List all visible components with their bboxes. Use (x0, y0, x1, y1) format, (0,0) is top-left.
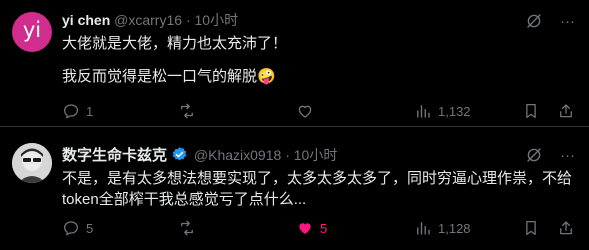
reply-button[interactable]: 1 (62, 101, 93, 121)
bookmark-icon (526, 220, 536, 236)
post-actions: 1 1,132 (62, 101, 577, 121)
post-text-line: 我反而觉得是松一口气的解脱🤪 (62, 68, 276, 85)
reply-icon (63, 104, 79, 119)
avatar[interactable] (12, 143, 52, 183)
repost-icon (181, 103, 193, 119)
like-button[interactable]: 5 (296, 218, 327, 238)
heart-filled-icon (299, 223, 311, 234)
post-header: 数字生命卡兹克 @Khazix0918 · 10小时 (62, 145, 337, 165)
like-count: 5 (320, 220, 328, 236)
avatar-image (12, 143, 52, 183)
like-button[interactable] (296, 101, 320, 121)
view-count: 1,132 (438, 103, 471, 119)
avatar-letter: yi (22, 18, 42, 42)
post-text-line: token全部榨干我总感觉亏了点什么... (62, 191, 307, 208)
avatar[interactable]: yi (12, 12, 52, 52)
grok-icon[interactable] (525, 146, 543, 164)
bookmark-icon (526, 103, 536, 119)
view-count: 1,128 (438, 220, 471, 236)
repost-icon (181, 220, 193, 236)
post-text-line: 不是，是有太多想法想要实现了，太多太多太多了，同时穷逼心理作祟，不给 (62, 170, 573, 187)
author-name[interactable]: yi chen (62, 12, 110, 28)
repost-button[interactable] (178, 101, 202, 121)
share-icon (560, 104, 572, 118)
views-icon (417, 222, 430, 235)
reply-icon (63, 221, 79, 236)
post[interactable]: 数字生命卡兹克 @Khazix0918 · 10小时 ··· 不是，是有太多想法… (0, 127, 589, 250)
reply-count: 5 (86, 220, 94, 236)
post-text-line: 大佬就是大佬，精力也太充沛了！ (62, 35, 288, 52)
more-options-button[interactable]: ··· (560, 147, 575, 164)
author-name[interactable]: 数字生命卡兹克 (62, 147, 167, 164)
repost-button[interactable] (178, 218, 202, 238)
author-handle[interactable]: @xcarry16 (114, 12, 182, 28)
share-button[interactable] (557, 101, 575, 121)
heart-icon (298, 105, 312, 118)
more-options-button[interactable]: ··· (560, 13, 575, 30)
views-icon (417, 105, 430, 118)
share-button[interactable] (557, 218, 575, 238)
share-icon (560, 221, 572, 235)
reply-button[interactable]: 5 (62, 218, 93, 238)
separator: · (185, 12, 191, 28)
author-handle[interactable]: @Khazix0918 (194, 147, 281, 163)
views-button[interactable]: 1,128 (414, 218, 471, 238)
verified-badge-icon (172, 147, 187, 161)
bookmark-button[interactable] (522, 218, 540, 238)
reply-count: 1 (86, 103, 94, 119)
post-actions: 5 5 1,128 (62, 218, 577, 238)
post[interactable]: yi yi chen @xcarry16 · 10小时 ··· 大佬就是大佬，精… (0, 0, 589, 127)
grok-icon[interactable] (525, 12, 543, 30)
bookmark-button[interactable] (522, 101, 540, 121)
post-time[interactable]: 10小时 (294, 147, 338, 163)
separator: · (285, 147, 290, 163)
post-header: yi chen @xcarry16 · 10小时 (62, 10, 238, 30)
post-time[interactable]: 10小时 (195, 12, 239, 28)
views-button[interactable]: 1,132 (414, 101, 471, 121)
